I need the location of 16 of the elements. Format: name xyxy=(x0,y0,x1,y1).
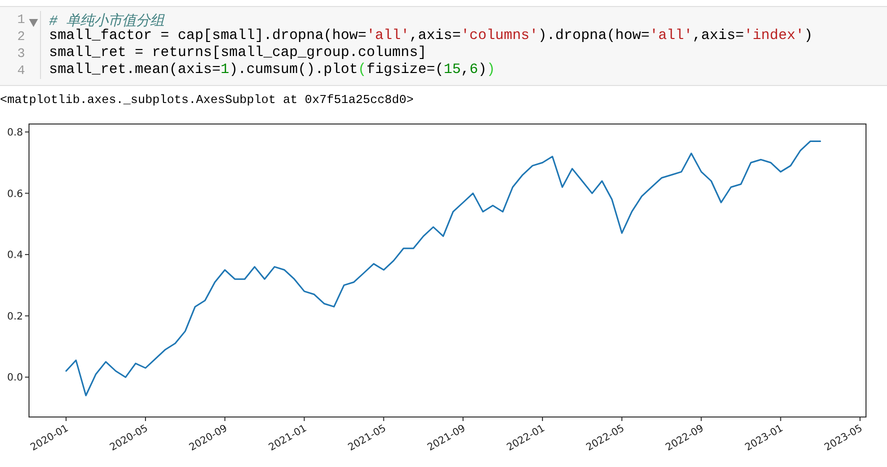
tick-label: 0.2 xyxy=(7,311,23,322)
tick-label: 0.8 xyxy=(7,127,23,138)
output-text: <matplotlib.axes._subplots.AxesSubplot at 0x7f51a25cc8d0> xyxy=(0,93,414,107)
line-number: 4 xyxy=(17,63,25,78)
line-number: 2 xyxy=(17,29,25,44)
tick-label: 0.6 xyxy=(7,188,23,200)
code-line: # 单纯小市值分组 xyxy=(49,12,166,28)
line-number: 3 xyxy=(17,46,25,61)
code-line: small_factor = cap[small].dropna(how='all',axis='columns').dropna(how='all',axis='index') xyxy=(49,28,813,45)
code-line: small_ret = returns[small_cap_group.columns] xyxy=(49,45,428,62)
fold-icon[interactable] xyxy=(29,18,38,26)
tick-label: 0.0 xyxy=(7,372,23,384)
line-number: 1 xyxy=(17,12,25,27)
code-cell[interactable] xyxy=(0,6,887,86)
tick-label: 0.4 xyxy=(7,250,23,262)
code-line: small_ret.mean(axis=1).cumsum().plot(figsize=(15,6)) xyxy=(49,62,496,79)
